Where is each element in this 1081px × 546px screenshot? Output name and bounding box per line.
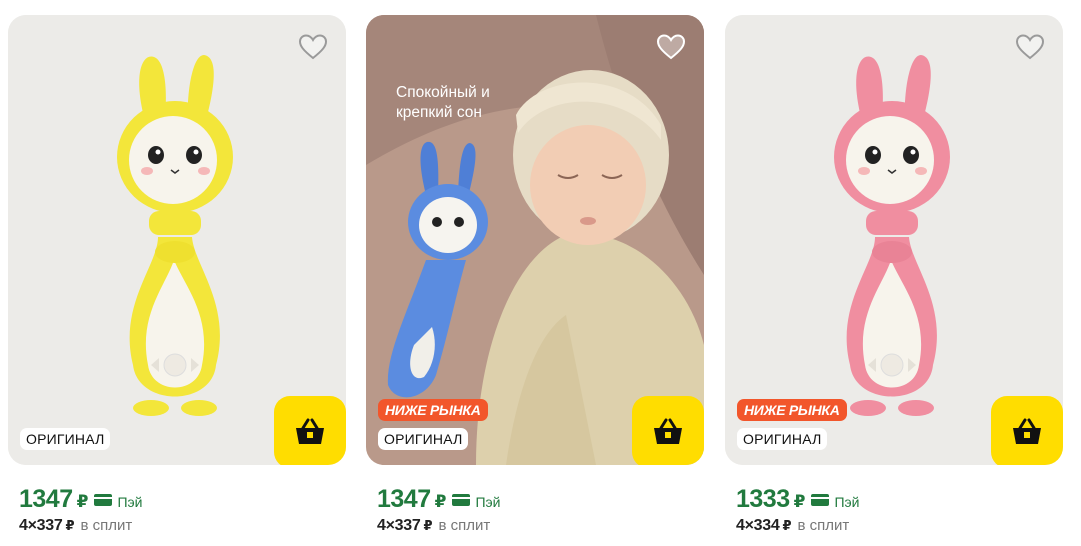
price-row: 1333 ₽ Пэй xyxy=(736,485,860,514)
below-market-badge: НИЖЕ РЫНКА xyxy=(378,399,488,421)
split-amount: 337 xyxy=(394,517,421,534)
promo-text: Спокойный и крепкий сон xyxy=(396,84,490,121)
pay-label: Пэй xyxy=(117,494,143,510)
original-badge: ОРИГИНАЛ xyxy=(378,428,469,450)
split-row: 4 × 337 ₽ в сплит xyxy=(377,517,491,534)
split-label: в сплит xyxy=(797,517,850,534)
currency: ₽ xyxy=(434,492,447,511)
basket-icon xyxy=(1013,418,1041,444)
split-row: 4 × 334 ₽ в сплит xyxy=(736,517,850,534)
price-row: 1347 ₽ Пэй xyxy=(19,485,143,514)
price-row: 1347 ₽ Пэй xyxy=(377,485,501,514)
pay-label: Пэй xyxy=(475,494,501,510)
split-currency: ₽ xyxy=(423,518,433,533)
pay-card-icon xyxy=(452,494,471,506)
basket-icon xyxy=(296,418,324,444)
split-count: 4 xyxy=(377,517,386,534)
product-card[interactable]: Спокойный и крепкий сон НИЖЕ РЫНКА ОРИГИ… xyxy=(366,0,704,546)
price: 1347 xyxy=(377,485,431,513)
split-amount: 334 xyxy=(753,517,780,534)
split-currency: ₽ xyxy=(65,518,75,533)
split-amount: 337 xyxy=(36,517,63,534)
split-row: 4 × 337 ₽ в сплит xyxy=(19,517,133,534)
product-card[interactable]: НИЖЕ РЫНКА ОРИГИНАЛ 1333 ₽ Пэй 4 × 334 ₽… xyxy=(725,0,1063,546)
product-image[interactable]: Спокойный и крепкий сон НИЖЕ РЫНКА ОРИГИ… xyxy=(366,15,704,465)
below-market-badge: НИЖЕ РЫНКА xyxy=(737,399,847,421)
price: 1333 xyxy=(736,485,790,513)
heart-icon[interactable] xyxy=(656,33,686,61)
heart-icon[interactable] xyxy=(298,33,328,61)
original-badge: ОРИГИНАЛ xyxy=(737,428,828,450)
original-badge: ОРИГИНАЛ xyxy=(20,428,111,450)
add-to-cart-button[interactable] xyxy=(632,396,704,465)
currency: ₽ xyxy=(76,492,89,511)
pay-label: Пэй xyxy=(834,494,860,510)
split-count: 4 xyxy=(19,517,28,534)
split-label: в сплит xyxy=(438,517,491,534)
currency: ₽ xyxy=(793,492,806,511)
split-currency: ₽ xyxy=(782,518,792,533)
heart-icon[interactable] xyxy=(1015,33,1045,61)
split-label: в сплит xyxy=(80,517,133,534)
split-count: 4 xyxy=(736,517,745,534)
product-image[interactable]: ОРИГИНАЛ xyxy=(8,15,346,465)
price: 1347 xyxy=(19,485,73,513)
product-image[interactable]: НИЖЕ РЫНКА ОРИГИНАЛ xyxy=(725,15,1063,465)
basket-icon xyxy=(654,418,682,444)
pay-card-icon xyxy=(811,494,830,506)
pay-card-icon xyxy=(94,494,113,506)
add-to-cart-button[interactable] xyxy=(274,396,346,465)
add-to-cart-button[interactable] xyxy=(991,396,1063,465)
product-card[interactable]: ОРИГИНАЛ 1347 ₽ Пэй 4 × 337 ₽ в сплит xyxy=(8,0,346,546)
